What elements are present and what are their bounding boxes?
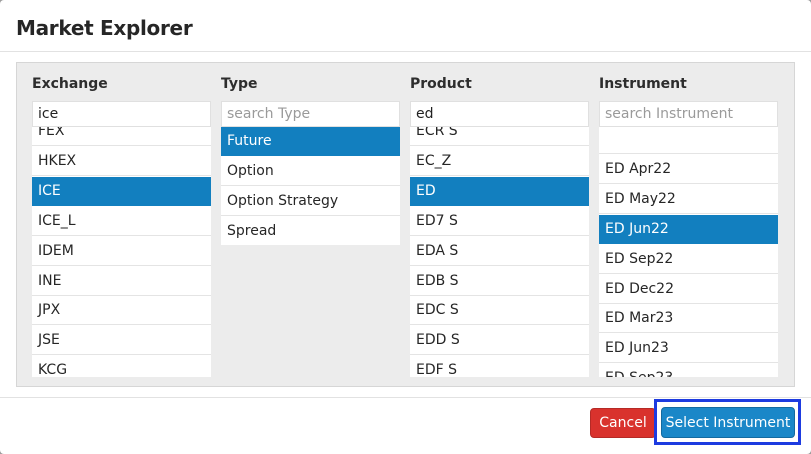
product-list-item[interactable]: ECR S [410, 127, 589, 146]
select-instrument-button[interactable]: Select Instrument [661, 407, 795, 438]
exchange-list[interactable]: FEX HKEX ICE ICE_L IDEM INE JPX JSE KCG [32, 127, 211, 377]
instrument-list-item[interactable]: ED Mar23 [599, 304, 778, 334]
explorer-panel: ExchangeFEXHKEXICEICE_LIDEMINEJPXJSEKCGT… [16, 62, 795, 387]
product-list-item[interactable]: EDF S [410, 356, 589, 377]
exchange-list-item[interactable]: KCG [32, 356, 211, 377]
dialog-header: Market Explorer [0, 0, 811, 52]
instrument-list[interactable]: ED Apr22 ED May22 ED Jun22 ED Sep22 ED Dec22… [599, 127, 778, 377]
product-list-item[interactable]: EDC S [410, 296, 589, 326]
instrument-list-item[interactable]: ED Dec22 [599, 274, 778, 304]
product-list-item[interactable]: EDD S [410, 326, 589, 356]
type-list-item[interactable]: Option Strategy [221, 186, 400, 216]
exchange-column: Exchange FEXHKEXICEICE_LIDEMINEJPXJSEKCG [32, 63, 211, 388]
instrument-column: InstrumentED Apr22ED May22ED Jun22ED Sep… [599, 63, 778, 388]
product-list-item[interactable]: ED7 S [410, 206, 589, 236]
exchange-list-item[interactable]: IDEM [32, 236, 211, 266]
exchange-list-item[interactable]: FEX [32, 127, 211, 146]
type-search-input[interactable] [221, 101, 400, 127]
exchange-list-item[interactable]: ICE [32, 176, 211, 206]
product-list-item[interactable]: EC_Z [410, 146, 589, 176]
type-column: Type FutureOptionOption StrategySpread [221, 63, 400, 388]
exchange-list-item[interactable]: ICE_L [32, 206, 211, 236]
instrument-list-item[interactable]: ED Jun22 [599, 214, 778, 244]
product-list-item[interactable]: ED [410, 176, 589, 206]
product-header: Product [410, 76, 472, 92]
product-column: ProductECR SEC_ZEDED7 SEDA SEDB SEDC SED… [410, 63, 589, 388]
exchange-search-input[interactable] [32, 101, 211, 127]
cancel-button[interactable]: Cancel [590, 408, 656, 438]
exchange-list-item[interactable]: HKEX [32, 146, 211, 176]
exchange-list-item[interactable]: JSE [32, 326, 211, 356]
product-search-input[interactable] [410, 101, 589, 127]
type-list[interactable]: Future Option Option Strategy Spread [221, 127, 400, 245]
instrument-list-item[interactable]: ED Jun23 [599, 334, 778, 364]
instrument-header: Instrument [599, 76, 687, 92]
product-list-item[interactable]: EDB S [410, 266, 589, 296]
type-list-item[interactable]: Spread [221, 216, 400, 245]
type-list-item[interactable]: Future [221, 127, 400, 156]
dialog-title: Market Explorer [16, 16, 193, 40]
instrument-list-item[interactable]: ED May22 [599, 184, 778, 214]
instrument-list-item[interactable] [599, 127, 778, 154]
type-header: Type [221, 76, 258, 92]
product-list-item[interactable]: EDA S [410, 236, 589, 266]
exchange-list-item[interactable]: JPX [32, 296, 211, 326]
instrument-list-item[interactable]: ED Sep22 [599, 244, 778, 274]
exchange-list-item[interactable]: INE [32, 266, 211, 296]
instrument-list-item[interactable]: ED Sep23 [599, 364, 778, 377]
instrument-search-input[interactable] [599, 101, 778, 127]
instrument-list-item[interactable]: ED Apr22 [599, 154, 778, 184]
product-list[interactable]: ECR S EC_Z ED ED7 S EDA S EDB S EDC S EDD S EDF … [410, 127, 589, 377]
market-explorer-dialog: Market Explorer ExchangeFEXHKEXICEICE_LI… [0, 0, 811, 454]
exchange-header: Exchange [32, 76, 108, 92]
type-list-item[interactable]: Option [221, 156, 400, 186]
